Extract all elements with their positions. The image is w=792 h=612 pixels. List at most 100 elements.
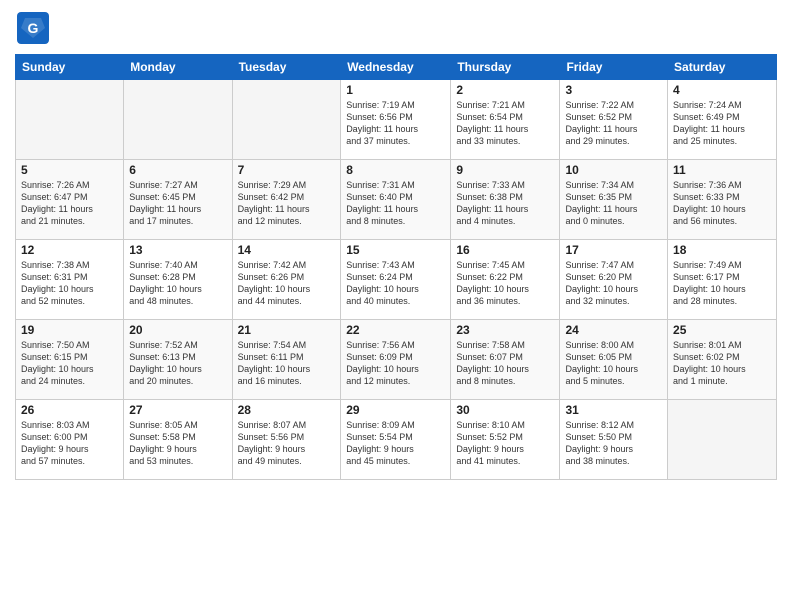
cell-content: Sunrise: 7:27 AM Sunset: 6:45 PM Dayligh… — [129, 179, 226, 228]
calendar-cell: 26 Sunrise: 8:03 AM Sunset: 6:00 PM Dayli… — [16, 400, 124, 480]
day-number: 17 — [565, 243, 662, 257]
day-number: 24 — [565, 323, 662, 337]
day-number: 16 — [456, 243, 554, 257]
calendar-cell: 24 Sunrise: 8:00 AM Sunset: 6:05 PM Dayli… — [560, 320, 668, 400]
calendar-cell: 2 Sunrise: 7:21 AM Sunset: 6:54 PM Daylig… — [451, 80, 560, 160]
calendar-cell: 3Sunrise: 7:22 AM Sunset: 6:52 PM Daylig… — [560, 80, 668, 160]
weekday-header-monday: Monday — [124, 55, 232, 80]
cell-content: Sunrise: 7:26 AM Sunset: 6:47 PM Dayligh… — [21, 179, 118, 228]
day-number: 13 — [129, 243, 226, 257]
day-number: 8 — [346, 163, 445, 177]
day-number: 31 — [565, 403, 662, 417]
day-number: 27 — [129, 403, 226, 417]
weekday-header-saturday: Saturday — [668, 55, 777, 80]
cell-content: Sunrise: 7:54 AM Sunset: 6:11 PM Dayligh… — [238, 339, 336, 388]
day-number: 26 — [21, 403, 118, 417]
cell-content: Sunrise: 7:24 AM Sunset: 6:49 PM Dayligh… — [673, 99, 771, 148]
day-number: 14 — [238, 243, 336, 257]
weekday-header-wednesday: Wednesday — [341, 55, 451, 80]
cell-content: Sunrise: 8:05 AM Sunset: 5:58 PM Dayligh… — [129, 419, 226, 468]
calendar-cell: 4 Sunrise: 7:24 AM Sunset: 6:49 PM Daylig… — [668, 80, 777, 160]
cell-content: Sunrise: 8:03 AM Sunset: 6:00 PM Dayligh… — [21, 419, 118, 468]
calendar-cell: 16 Sunrise: 7:45 AM Sunset: 6:22 PM Dayli… — [451, 240, 560, 320]
logo: G — [15, 10, 51, 46]
weekday-header-tuesday: Tuesday — [232, 55, 341, 80]
cell-content: Sunrise: 7:45 AM Sunset: 6:22 PM Dayligh… — [456, 259, 554, 308]
cell-content: Sunrise: 7:19 AM Sunset: 6:56 PM Dayligh… — [346, 99, 445, 148]
calendar-cell: 29 Sunrise: 8:09 AM Sunset: 5:54 PM Dayli… — [341, 400, 451, 480]
day-number: 10 — [565, 163, 662, 177]
day-number: 29 — [346, 403, 445, 417]
day-number: 9 — [456, 163, 554, 177]
cell-content: Sunrise: 8:00 AM Sunset: 6:05 PM Dayligh… — [565, 339, 662, 388]
weekday-header-thursday: Thursday — [451, 55, 560, 80]
cell-content: Sunrise: 7:21 AM Sunset: 6:54 PM Dayligh… — [456, 99, 554, 148]
day-number: 11 — [673, 163, 771, 177]
cell-content: Sunrise: 7:52 AM Sunset: 6:13 PM Dayligh… — [129, 339, 226, 388]
calendar-cell: 14 Sunrise: 7:42 AM Sunset: 6:26 PM Dayli… — [232, 240, 341, 320]
calendar-week-2: 5 Sunrise: 7:26 AM Sunset: 6:47 PM Daylig… — [16, 160, 777, 240]
cell-content: Sunrise: 7:47 AM Sunset: 6:20 PM Dayligh… — [565, 259, 662, 308]
calendar-cell: 15 Sunrise: 7:43 AM Sunset: 6:24 PM Dayli… — [341, 240, 451, 320]
cell-content: Sunrise: 7:40 AM Sunset: 6:28 PM Dayligh… — [129, 259, 226, 308]
day-number: 15 — [346, 243, 445, 257]
day-number: 28 — [238, 403, 336, 417]
day-number: 23 — [456, 323, 554, 337]
calendar-cell: 10 Sunrise: 7:34 AM Sunset: 6:35 PM Dayli… — [560, 160, 668, 240]
calendar-cell: 19 Sunrise: 7:50 AM Sunset: 6:15 PM Dayli… — [16, 320, 124, 400]
calendar-cell: 13 Sunrise: 7:40 AM Sunset: 6:28 PM Dayli… — [124, 240, 232, 320]
cell-content: Sunrise: 8:10 AM Sunset: 5:52 PM Dayligh… — [456, 419, 554, 468]
header: G — [15, 10, 777, 46]
day-number: 7 — [238, 163, 336, 177]
cell-content: Sunrise: 7:38 AM Sunset: 6:31 PM Dayligh… — [21, 259, 118, 308]
cell-content: Sunrise: 8:01 AM Sunset: 6:02 PM Dayligh… — [673, 339, 771, 388]
page-container: G SundayMondayTuesdayWednesdayThursdayFr… — [0, 0, 792, 485]
calendar-cell: 20 Sunrise: 7:52 AM Sunset: 6:13 PM Dayli… — [124, 320, 232, 400]
day-number: 3 — [565, 83, 662, 97]
weekday-header-friday: Friday — [560, 55, 668, 80]
logo-icon: G — [15, 10, 51, 46]
calendar-week-1: 1Sunrise: 7:19 AM Sunset: 6:56 PM Daylig… — [16, 80, 777, 160]
day-number: 22 — [346, 323, 445, 337]
day-number: 6 — [129, 163, 226, 177]
cell-content: Sunrise: 7:42 AM Sunset: 6:26 PM Dayligh… — [238, 259, 336, 308]
calendar-cell: 21Sunrise: 7:54 AM Sunset: 6:11 PM Dayli… — [232, 320, 341, 400]
calendar-cell: 30Sunrise: 8:10 AM Sunset: 5:52 PM Dayli… — [451, 400, 560, 480]
calendar-week-3: 12 Sunrise: 7:38 AM Sunset: 6:31 PM Dayli… — [16, 240, 777, 320]
day-number: 12 — [21, 243, 118, 257]
calendar-cell: 11 Sunrise: 7:36 AM Sunset: 6:33 PM Dayli… — [668, 160, 777, 240]
calendar-cell: 1Sunrise: 7:19 AM Sunset: 6:56 PM Daylig… — [341, 80, 451, 160]
calendar-cell: 9 Sunrise: 7:33 AM Sunset: 6:38 PM Daylig… — [451, 160, 560, 240]
day-number: 19 — [21, 323, 118, 337]
calendar-cell: 12 Sunrise: 7:38 AM Sunset: 6:31 PM Dayli… — [16, 240, 124, 320]
calendar-cell: 28Sunrise: 8:07 AM Sunset: 5:56 PM Dayli… — [232, 400, 341, 480]
weekday-header-sunday: Sunday — [16, 55, 124, 80]
cell-content: Sunrise: 7:43 AM Sunset: 6:24 PM Dayligh… — [346, 259, 445, 308]
calendar-cell: 17 Sunrise: 7:47 AM Sunset: 6:20 PM Dayli… — [560, 240, 668, 320]
calendar-cell: 31 Sunrise: 8:12 AM Sunset: 5:50 PM Dayli… — [560, 400, 668, 480]
cell-content: Sunrise: 7:33 AM Sunset: 6:38 PM Dayligh… — [456, 179, 554, 228]
cell-content: Sunrise: 8:12 AM Sunset: 5:50 PM Dayligh… — [565, 419, 662, 468]
cell-content: Sunrise: 7:50 AM Sunset: 6:15 PM Dayligh… — [21, 339, 118, 388]
calendar-cell: 6 Sunrise: 7:27 AM Sunset: 6:45 PM Daylig… — [124, 160, 232, 240]
cell-content: Sunrise: 7:58 AM Sunset: 6:07 PM Dayligh… — [456, 339, 554, 388]
day-number: 25 — [673, 323, 771, 337]
calendar-cell: 7 Sunrise: 7:29 AM Sunset: 6:42 PM Daylig… — [232, 160, 341, 240]
day-number: 18 — [673, 243, 771, 257]
cell-content: Sunrise: 8:09 AM Sunset: 5:54 PM Dayligh… — [346, 419, 445, 468]
day-number: 2 — [456, 83, 554, 97]
cell-content: Sunrise: 7:34 AM Sunset: 6:35 PM Dayligh… — [565, 179, 662, 228]
calendar-cell: 8Sunrise: 7:31 AM Sunset: 6:40 PM Daylig… — [341, 160, 451, 240]
calendar-cell: 5 Sunrise: 7:26 AM Sunset: 6:47 PM Daylig… — [16, 160, 124, 240]
calendar-cell: 18Sunrise: 7:49 AM Sunset: 6:17 PM Dayli… — [668, 240, 777, 320]
svg-text:G: G — [28, 20, 39, 36]
cell-content: Sunrise: 7:56 AM Sunset: 6:09 PM Dayligh… — [346, 339, 445, 388]
day-number: 20 — [129, 323, 226, 337]
day-number: 5 — [21, 163, 118, 177]
day-number: 4 — [673, 83, 771, 97]
calendar-week-4: 19 Sunrise: 7:50 AM Sunset: 6:15 PM Dayli… — [16, 320, 777, 400]
calendar-cell: 23 Sunrise: 7:58 AM Sunset: 6:07 PM Dayli… — [451, 320, 560, 400]
cell-content: Sunrise: 7:36 AM Sunset: 6:33 PM Dayligh… — [673, 179, 771, 228]
cell-content: Sunrise: 7:29 AM Sunset: 6:42 PM Dayligh… — [238, 179, 336, 228]
calendar-cell: 27 Sunrise: 8:05 AM Sunset: 5:58 PM Dayli… — [124, 400, 232, 480]
